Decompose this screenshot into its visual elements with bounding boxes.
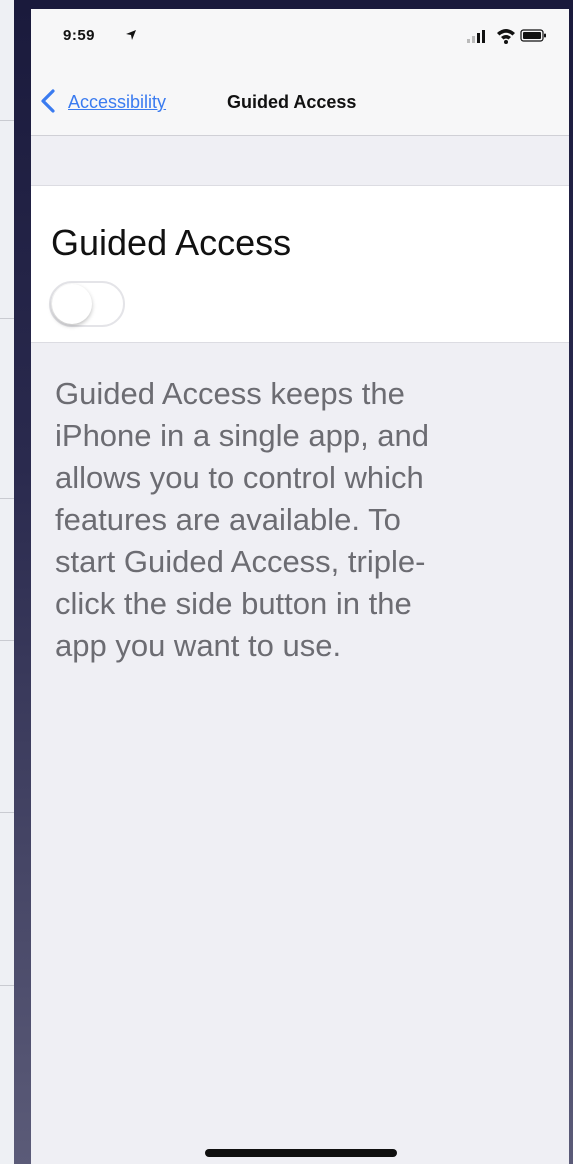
divider	[0, 812, 14, 813]
divider	[0, 318, 14, 319]
battery-icon	[520, 29, 546, 42]
guided-access-toggle[interactable]	[49, 281, 125, 327]
navigation-bar: Accessibility Guided Access	[31, 67, 569, 136]
status-bar: 9:59	[31, 9, 569, 67]
guided-access-description: Guided Access keeps the iPhone in a sing…	[55, 376, 430, 663]
status-time: 9:59	[63, 27, 96, 44]
chevron-left-icon[interactable]	[40, 89, 56, 113]
background-app-edge	[0, 0, 14, 1164]
divider	[0, 985, 14, 986]
guided-access-label: Guided Access	[51, 222, 292, 263]
phone-screen: 9:59 Accessibility Guided Access Guided …	[31, 9, 569, 1164]
page-title: Guided Access	[227, 92, 357, 112]
back-button[interactable]: Accessibility	[68, 92, 166, 113]
divider	[0, 120, 14, 121]
toggle-knob	[52, 284, 92, 324]
divider	[0, 640, 14, 641]
wifi-icon	[497, 29, 515, 44]
signal-icon	[467, 30, 485, 43]
guided-access-cell: Guided Access	[31, 185, 569, 343]
home-indicator[interactable]	[205, 1149, 397, 1157]
location-arrow-icon	[126, 30, 136, 40]
divider	[0, 498, 14, 499]
status-icons	[467, 29, 546, 44]
